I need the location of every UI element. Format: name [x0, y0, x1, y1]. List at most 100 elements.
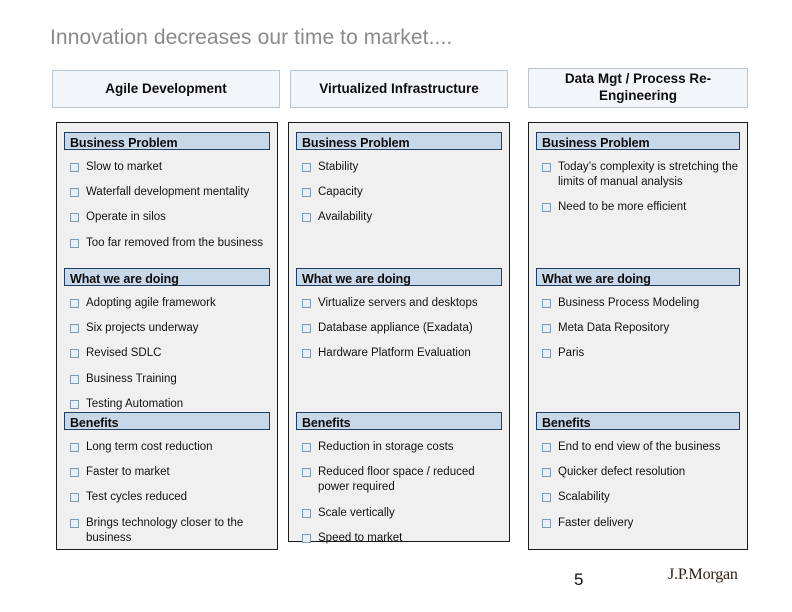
square-bullet-icon [70, 213, 79, 223]
bullet-label: Brings technology closer to the business [86, 516, 244, 544]
square-bullet-icon [542, 493, 551, 503]
bullet-list: Stability Capacity Availability [296, 160, 502, 226]
bullet-label: Hardware Platform Evaluation [318, 347, 471, 360]
bullet-label: Speed to market [318, 531, 403, 544]
bullet-item: Six projects underway [64, 321, 270, 336]
square-bullet-icon [70, 238, 79, 248]
square-bullet-icon [302, 443, 311, 452]
bullet-label: Slow to market [86, 161, 163, 173]
square-bullet-icon [70, 468, 79, 478]
column-header-data-mgt-process-re-engineering: Data Mgt / Process Re-Engineering [528, 68, 748, 108]
square-bullet-icon [302, 188, 311, 198]
section-benefits: Benefits End to end view of the business… [536, 412, 740, 531]
bullet-item: Meta Data Repository [536, 321, 740, 336]
bullet-item: Business Training [64, 372, 270, 387]
section-business-problem: Business Problem Today’s complexity is s… [536, 132, 740, 216]
bullet-label: Business Training [86, 372, 177, 385]
column-body-virtualized-infrastructure: Business Problem Stability Capacity Availa… [288, 122, 510, 544]
bullet-item: Test cycles reduced [64, 490, 270, 505]
bullet-label: Virtualize servers and desktops [318, 297, 478, 309]
section-title: Business Problem [64, 132, 270, 150]
bullet-item: Long term cost reduction [64, 440, 270, 455]
section-what-we-are-doing: What we are doing Adopting agile framewo… [64, 268, 270, 412]
square-bullet-icon [542, 349, 551, 359]
bullet-item: Virtualize servers and desktops [296, 296, 502, 311]
square-bullet-icon [70, 188, 79, 198]
square-bullet-icon [542, 443, 551, 452]
bullet-item: Business Process Modeling [536, 296, 740, 311]
square-bullet-icon [302, 299, 311, 308]
bullet-label: Capacity [318, 186, 363, 199]
bullet-label: Six projects underway [86, 322, 199, 335]
bullet-label: Revised SDLC [86, 347, 162, 360]
square-bullet-icon [70, 299, 79, 308]
square-bullet-icon [70, 324, 79, 334]
bullet-label: Need to be more efficient [558, 201, 687, 214]
square-bullet-icon [70, 443, 79, 452]
column-body-agile-development: Business Problem Slow to market Waterfall… [56, 122, 278, 550]
bullet-list: Business Process Modeling Meta Data Repos… [536, 296, 740, 362]
section-title: Benefits [536, 412, 740, 430]
section-what-we-are-doing: What we are doing Business Process Model… [536, 268, 740, 362]
square-bullet-icon [302, 163, 311, 172]
bullet-item: Database appliance (Exadata) [296, 321, 502, 336]
square-bullet-icon [542, 163, 551, 172]
square-bullet-icon [70, 518, 79, 528]
bullet-item: Hardware Platform Evaluation [296, 346, 502, 361]
bullet-item: Operate in silos [64, 210, 270, 225]
bullet-list: Virtualize servers and desktops Database … [296, 296, 502, 362]
bullet-label: Today’s complexity is stretching the lim… [558, 161, 739, 189]
bullet-label: Quicker defect resolution [558, 466, 686, 479]
bullet-list: Reduction in storage costs Reduced floor … [296, 440, 502, 546]
bullet-list: Adopting agile framework Six projects und… [64, 296, 270, 412]
square-bullet-icon [70, 374, 79, 384]
square-bullet-icon [302, 213, 311, 223]
bullet-label: Adopting agile framework [86, 297, 216, 309]
bullet-item: Testing Automation [64, 397, 270, 412]
bullet-label: Meta Data Repository [558, 322, 670, 335]
bullet-label: Waterfall development mentality [86, 186, 250, 199]
bullet-label: Faster delivery [558, 516, 634, 529]
bullet-label: Business Process Modeling [558, 297, 700, 309]
bullet-item: Quicker defect resolution [536, 465, 740, 480]
bullet-item: Revised SDLC [64, 346, 270, 361]
square-bullet-icon [542, 299, 551, 308]
section-business-problem: Business Problem Stability Capacity Availa… [296, 132, 502, 226]
bullet-item: Availability [296, 210, 502, 225]
page-number: 5 [574, 570, 584, 589]
bullet-item: Waterfall development mentality [64, 185, 270, 200]
column-header-virtualized-infrastructure: Virtualized Infrastructure [290, 70, 508, 108]
square-bullet-icon [70, 163, 79, 172]
column-header-label: Virtualized Infrastructure [319, 80, 479, 96]
section-title: Benefits [64, 412, 270, 430]
column-header-label: Agile Development [105, 80, 227, 96]
section-benefits: Benefits Reduction in storage costs Reduc… [296, 412, 502, 546]
bullet-label: Database appliance (Exadata) [318, 322, 473, 335]
section-title: Business Problem [536, 132, 740, 150]
square-bullet-icon [542, 468, 551, 478]
square-bullet-icon [70, 493, 79, 503]
bullet-item: Faster to market [64, 465, 270, 480]
section-title: What we are doing [64, 268, 270, 286]
square-bullet-icon [542, 324, 551, 334]
bullet-item: Adopting agile framework [64, 296, 270, 311]
bullet-item: Scalability [536, 490, 740, 505]
bullet-list: End to end view of the business Quicker d… [536, 440, 740, 531]
bullet-item: Too far removed from the business [64, 236, 270, 251]
bullet-label: End to end view of the business [558, 441, 721, 453]
bullet-label: Availability [318, 211, 373, 224]
bullet-item: Reduction in storage costs [296, 440, 502, 455]
section-title: What we are doing [536, 268, 740, 286]
bullet-label: Scalability [558, 491, 610, 504]
bullet-label: Test cycles reduced [86, 491, 187, 504]
bullet-label: Faster to market [86, 466, 170, 479]
bullet-label: Reduced floor space / reduced power requ… [318, 466, 475, 494]
square-bullet-icon [302, 533, 311, 543]
section-title: What we are doing [296, 268, 502, 286]
bullet-label: Scale vertically [318, 506, 395, 519]
jpmorgan-logo: J.P.Morgan [668, 566, 738, 583]
bullet-item: Paris [536, 346, 740, 361]
column-body-data-mgt-process-re-engineering: Business Problem Today’s complexity is s… [528, 122, 748, 550]
bullet-item: Reduced floor space / reduced power requ… [296, 465, 502, 495]
bullet-label: Testing Automation [86, 397, 184, 410]
